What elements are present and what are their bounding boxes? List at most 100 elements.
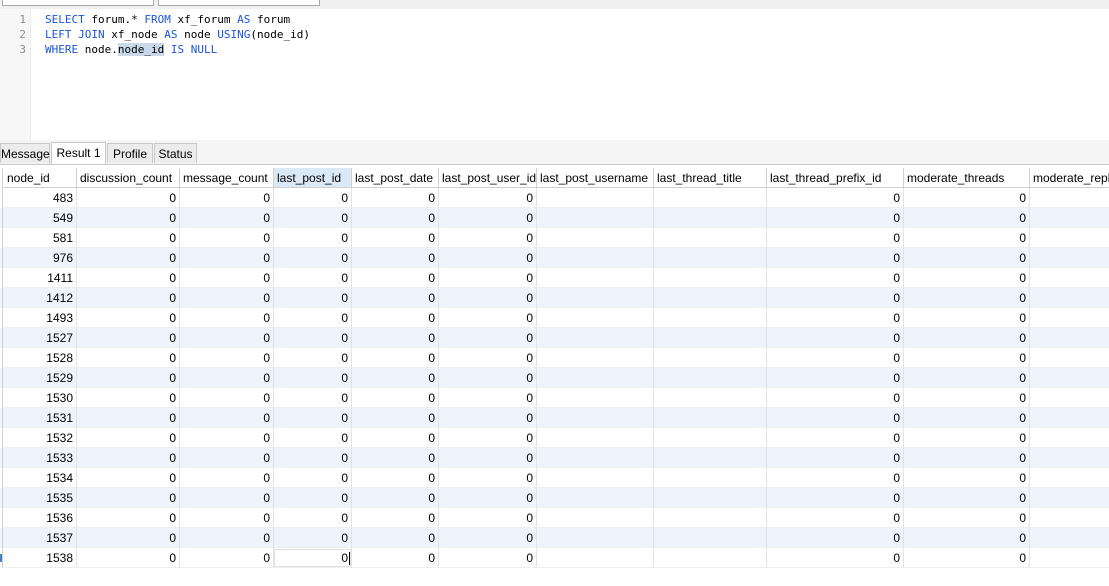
cell-moderate-threads[interactable]: 0 (904, 528, 1030, 548)
table-row[interactable]: 976 0 0 0 0 0 0 0 (0, 248, 1109, 268)
table-row[interactable]: 1538 0 0 0 0 0 0 0 (0, 548, 1109, 568)
cell-last-post-date[interactable]: 0 (352, 508, 439, 528)
cell-last-post-id[interactable]: 0 (274, 428, 352, 448)
cell-last-thread-title[interactable] (654, 228, 767, 248)
cell-discussion-count[interactable]: 0 (77, 388, 180, 408)
row-indicator[interactable] (0, 448, 3, 468)
row-indicator[interactable] (0, 368, 3, 388)
cell-node-id[interactable]: 1530 (4, 388, 77, 408)
cell-discussion-count[interactable]: 0 (77, 328, 180, 348)
cell-moderate-repl[interactable] (1030, 248, 1109, 268)
cell-message-count[interactable]: 0 (180, 368, 274, 388)
cell-last-thread-title[interactable] (654, 428, 767, 448)
cell-message-count[interactable]: 0 (180, 448, 274, 468)
cell-message-count[interactable]: 0 (180, 268, 274, 288)
cell-node-id[interactable]: 1535 (4, 488, 77, 508)
cell-last-post-id[interactable]: 0 (274, 268, 352, 288)
cell-last-post-id[interactable]: 0 (274, 368, 352, 388)
cell-last-post-user-id[interactable]: 0 (439, 548, 537, 568)
table-row[interactable]: 1536 0 0 0 0 0 0 0 (0, 508, 1109, 528)
row-indicator[interactable] (0, 248, 3, 268)
cell-node-id[interactable]: 1527 (4, 328, 77, 348)
table-row[interactable]: 1532 0 0 0 0 0 0 0 (0, 428, 1109, 448)
table-row[interactable]: 1493 0 0 0 0 0 0 0 (0, 308, 1109, 328)
cell-message-count[interactable]: 0 (180, 388, 274, 408)
cell-moderate-repl[interactable] (1030, 528, 1109, 548)
cell-last-post-username[interactable] (537, 548, 654, 568)
cell-last-post-user-id[interactable]: 0 (439, 508, 537, 528)
cell-last-thread-title[interactable] (654, 308, 767, 328)
cell-last-thread-prefix-id[interactable]: 0 (767, 208, 904, 228)
cell-last-post-username[interactable] (537, 408, 654, 428)
cell-last-thread-title[interactable] (654, 348, 767, 368)
table-row[interactable]: 1529 0 0 0 0 0 0 0 (0, 368, 1109, 388)
cell-last-thread-prefix-id[interactable]: 0 (767, 328, 904, 348)
cell-node-id[interactable]: 1536 (4, 508, 77, 528)
cell-discussion-count[interactable]: 0 (77, 408, 180, 428)
cell-node-id[interactable]: 1537 (4, 528, 77, 548)
cell-last-post-user-id[interactable]: 0 (439, 448, 537, 468)
cell-node-id[interactable]: 581 (4, 228, 77, 248)
cell-message-count[interactable]: 0 (180, 468, 274, 488)
row-indicator[interactable] (0, 468, 3, 488)
cell-last-post-date[interactable]: 0 (352, 388, 439, 408)
cell-moderate-repl[interactable] (1030, 228, 1109, 248)
cell-discussion-count[interactable]: 0 (77, 208, 180, 228)
cell-last-post-user-id[interactable]: 0 (439, 528, 537, 548)
cell-discussion-count[interactable]: 0 (77, 508, 180, 528)
cell-last-post-date[interactable]: 0 (352, 528, 439, 548)
cell-last-post-username[interactable] (537, 248, 654, 268)
cell-last-thread-title[interactable] (654, 508, 767, 528)
cell-moderate-threads[interactable]: 0 (904, 208, 1030, 228)
cell-last-thread-prefix-id[interactable]: 0 (767, 508, 904, 528)
row-indicator[interactable] (0, 228, 3, 248)
cell-last-post-date[interactable]: 0 (352, 288, 439, 308)
cell-message-count[interactable]: 0 (180, 348, 274, 368)
cell-last-post-user-id[interactable]: 0 (439, 268, 537, 288)
cell-last-post-user-id[interactable]: 0 (439, 208, 537, 228)
cell-last-post-username[interactable] (537, 328, 654, 348)
cell-moderate-repl[interactable] (1030, 328, 1109, 348)
row-indicator[interactable] (0, 188, 3, 208)
table-row[interactable]: 1534 0 0 0 0 0 0 0 (0, 468, 1109, 488)
cell-moderate-threads[interactable]: 0 (904, 408, 1030, 428)
code-line-1[interactable]: 1 SELECT forum.* FROM xf_forum AS forum (0, 12, 1100, 27)
row-indicator[interactable] (0, 508, 3, 528)
cell-moderate-repl[interactable] (1030, 428, 1109, 448)
row-indicator[interactable] (0, 268, 3, 288)
cell-last-thread-prefix-id[interactable]: 0 (767, 468, 904, 488)
cell-discussion-count[interactable]: 0 (77, 468, 180, 488)
table-row[interactable]: 1533 0 0 0 0 0 0 0 (0, 448, 1109, 468)
cell-last-thread-prefix-id[interactable]: 0 (767, 308, 904, 328)
cell-last-post-id[interactable]: 0 (274, 248, 352, 268)
cell-message-count[interactable]: 0 (180, 188, 274, 208)
cell-node-id[interactable]: 1529 (4, 368, 77, 388)
cell-last-post-user-id[interactable]: 0 (439, 228, 537, 248)
cell-last-thread-title[interactable] (654, 188, 767, 208)
cell-last-post-user-id[interactable]: 0 (439, 388, 537, 408)
cell-moderate-threads[interactable]: 0 (904, 488, 1030, 508)
cell-last-post-id[interactable]: 0 (274, 228, 352, 248)
cell-moderate-threads[interactable]: 0 (904, 448, 1030, 468)
cell-node-id[interactable]: 483 (4, 188, 77, 208)
cell-last-post-date[interactable]: 0 (352, 248, 439, 268)
cell-last-post-username[interactable] (537, 268, 654, 288)
table-row[interactable]: 1411 0 0 0 0 0 0 0 (0, 268, 1109, 288)
cell-last-post-user-id[interactable]: 0 (439, 328, 537, 348)
cell-last-post-username[interactable] (537, 188, 654, 208)
cell-moderate-threads[interactable]: 0 (904, 308, 1030, 328)
cell-last-post-user-id[interactable]: 0 (439, 488, 537, 508)
cell-last-thread-prefix-id[interactable]: 0 (767, 388, 904, 408)
column-header-last-thread-prefix-id[interactable]: last_thread_prefix_id (767, 168, 904, 188)
column-header-node-id[interactable]: node_id (4, 168, 77, 188)
cell-last-post-id[interactable]: 0 (274, 528, 352, 548)
cell-moderate-repl[interactable] (1030, 448, 1109, 468)
cell-last-thread-title[interactable] (654, 388, 767, 408)
cell-last-post-date[interactable]: 0 (352, 308, 439, 328)
row-indicator[interactable] (0, 408, 3, 428)
cell-last-post-date[interactable]: 0 (352, 408, 439, 428)
cell-node-id[interactable]: 1493 (4, 308, 77, 328)
cell-discussion-count[interactable]: 0 (77, 288, 180, 308)
cell-moderate-threads[interactable]: 0 (904, 348, 1030, 368)
cell-message-count[interactable]: 0 (180, 508, 274, 528)
